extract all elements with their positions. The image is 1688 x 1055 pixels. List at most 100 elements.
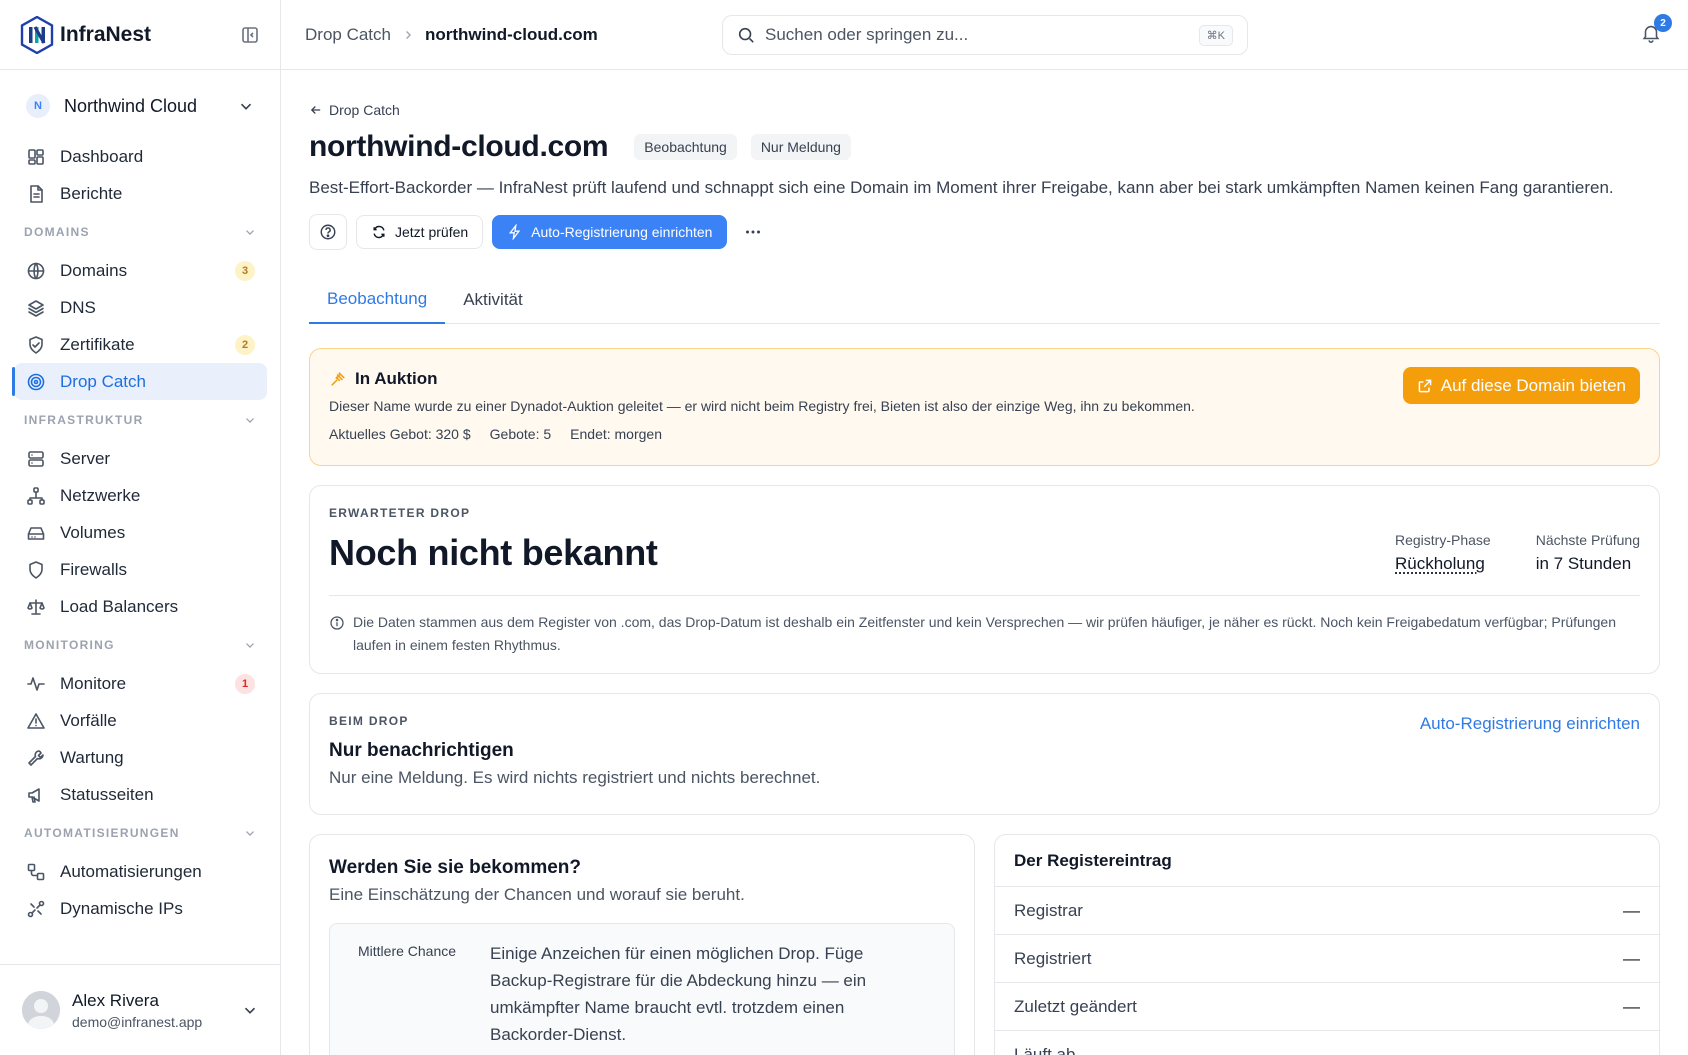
file-text-icon [26,184,46,204]
on-drop-title: Nur benachrichtigen [329,740,514,761]
search-shortcut: ⌘K [1198,24,1233,46]
back-link[interactable]: Drop Catch [309,102,1660,118]
sidebar-item-statusseiten[interactable]: Statusseiten [14,776,267,813]
notification-count-badge: 2 [1654,14,1672,32]
sidebar-item-drop-catch[interactable]: Drop Catch [12,363,267,400]
gavel-icon [329,370,355,388]
sidebar-item-firewalls[interactable]: Firewalls [14,551,267,588]
dynamic-ip-icon [26,899,46,919]
breadcrumb: Drop Catch northwind-cloud.com [305,25,598,45]
registry-entry-title: Der Registereintrag [995,835,1659,887]
activity-icon [26,674,46,694]
chance-label: Mittlere Chance [358,943,457,959]
shield-icon [26,560,46,580]
tab-bar: Beobachtung Aktivität [309,276,1660,324]
arrow-left-icon [309,103,329,117]
page-description: Best-Effort-Backorder — InfraNest prüft … [309,178,1614,197]
alert-triangle-icon [26,711,46,731]
registry-phase-value[interactable]: Rückholung [1395,554,1491,574]
check-now-label: Jetzt prüfen [395,224,469,240]
sidebar-item-server[interactable]: Server [14,440,267,477]
tab-aktivitaet[interactable]: Aktivität [445,276,541,323]
sidebar-section-title: MONITORING [24,638,115,652]
sidebar-item-dashboard[interactable]: Dashboard [14,138,267,175]
registry-row-label: Registriert [1014,948,1092,968]
avatar [22,991,60,1029]
bid-button[interactable]: Auf diese Domain bieten [1402,367,1640,404]
user-menu[interactable]: Alex Rivera demo@infranest.app [0,964,281,1055]
infranest-logo-icon [20,15,54,54]
registry-row-value: — [1623,1044,1640,1055]
sidebar-item-monitore[interactable]: Monitore 1 [14,665,267,702]
sidebar-section-infrastruktur[interactable]: INFRASTRUKTUR [0,400,281,440]
user-email: demo@infranest.app [72,1013,203,1030]
check-now-button[interactable]: Jetzt prüfen [356,215,484,249]
sidebar-item-load-balancers[interactable]: Load Balancers [14,588,267,625]
registry-row-value: — [1623,948,1640,968]
sidebar-item-automatisierungen[interactable]: Automatisierungen [14,853,267,890]
bid-button-label: Auf diese Domain bieten [1440,375,1626,395]
sidebar: InfraNest N Northwind Cloud Dashboard Ber… [0,0,281,1055]
on-drop-card: BEIM DROP Nur benachrichtigen Nur eine M… [309,693,1660,815]
auto-register-button[interactable]: Auto-Registrierung einrichten [492,215,728,249]
sidebar-section-domains[interactable]: DOMAINS [0,212,281,252]
tab-beobachtung[interactable]: Beobachtung [309,276,446,324]
sidebar-item-domains[interactable]: Domains 3 [14,252,267,289]
on-drop-subtitle: Nur eine Meldung. Es wird nichts registr… [329,768,821,787]
sidebar-section-automatisierungen[interactable]: AUTOMATISIERUNGEN [0,813,281,853]
workflow-icon [26,862,46,882]
sidebar-item-berichte[interactable]: Berichte [14,175,267,212]
sidebar-item-label: Wartung [60,747,124,767]
registry-row-label: Registrar [1014,900,1083,920]
help-circle-icon [319,223,337,241]
registry-row-laeuft-ab: Läuft ab — [995,1031,1659,1055]
next-check-value: in 7 Stunden [1535,554,1632,573]
sidebar-collapse-icon[interactable] [240,25,260,45]
page-title: northwind-cloud.com [309,130,609,163]
sidebar-section-monitoring[interactable]: MONITORING [0,625,281,665]
topbar: Drop Catch northwind-cloud.com Suchen od… [281,0,1688,70]
expected-drop-eyebrow: ERWARTETER DROP [329,506,471,520]
sidebar-item-wartung[interactable]: Wartung [14,739,267,776]
sidebar-item-dns[interactable]: DNS [14,289,267,326]
megaphone-icon [26,785,46,805]
title-row: northwind-cloud.com Beobachtung Nur Meld… [309,130,1660,164]
chance-subtitle: Eine Einschätzung der Chancen und worauf… [329,885,745,904]
refresh-icon [371,224,395,240]
count-badge: 2 [235,334,255,355]
sidebar-item-volumes[interactable]: Volumes [14,514,267,551]
auction-end: Endet: morgen [570,426,662,442]
sidebar-item-dynamische-ips[interactable]: Dynamische IPs [14,890,267,927]
sidebar-item-label: Automatisierungen [60,861,202,881]
sidebar-item-netzwerke[interactable]: Netzwerke [14,477,267,514]
registry-phase-label: Registry-Phase [1395,532,1491,548]
registry-row-registriert: Registriert — [995,935,1659,983]
sidebar-item-zertifikate[interactable]: Zertifikate 2 [14,326,267,363]
help-button[interactable] [309,214,347,250]
sidebar-section-title: DOMAINS [24,225,90,239]
chevron-down-icon [243,638,257,652]
target-icon [26,372,46,392]
auction-title: In Auktion [355,369,438,388]
network-icon [26,486,46,506]
sidebar-section-title: INFRASTRUKTUR [24,413,144,427]
search-input[interactable]: Suchen oder springen zu... ⌘K [722,15,1248,55]
org-name: Northwind Cloud [64,95,198,116]
hard-drive-icon [26,523,46,543]
breadcrumb-parent[interactable]: Drop Catch [305,25,391,45]
auto-register-link[interactable]: Auto-Registrierung einrichten [1420,714,1640,734]
notifications-button[interactable]: 2 [1640,14,1672,46]
chevron-right-icon [401,28,415,42]
registry-row-registrar: Registrar — [995,887,1659,935]
more-options-icon[interactable] [743,222,763,242]
server-icon [26,449,46,469]
layers-icon [26,298,46,318]
divider [329,595,1640,596]
wrench-icon [26,748,46,768]
external-link-icon [1417,378,1441,394]
org-switcher[interactable]: N Northwind Cloud [0,87,281,125]
shield-check-icon [26,335,46,355]
sidebar-item-vorfaelle[interactable]: Vorfälle [14,702,267,739]
registry-row-label: Zuletzt geändert [1014,996,1137,1016]
registry-entry-card: Der Registereintrag Registrar — Registrier… [994,834,1660,1055]
